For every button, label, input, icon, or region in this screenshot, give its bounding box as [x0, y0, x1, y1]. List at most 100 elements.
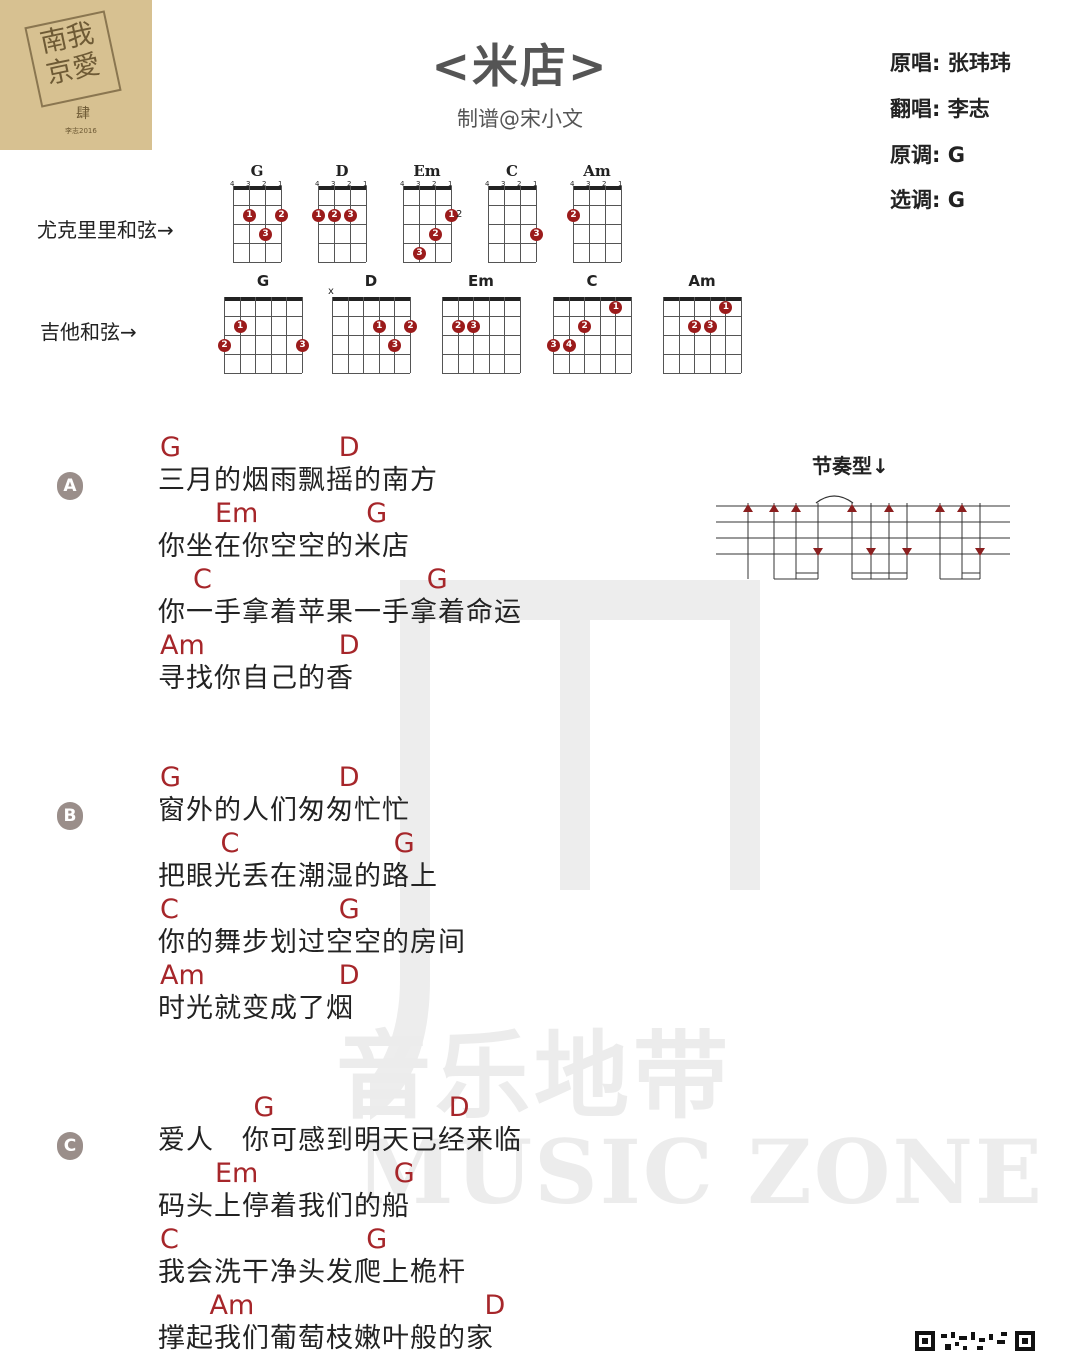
fret-line: [403, 262, 451, 263]
string-line: [347, 297, 349, 373]
fret-line: [332, 335, 410, 336]
string-line: [334, 186, 335, 262]
fret-line: [573, 262, 621, 263]
finger-dot: 2: [218, 338, 231, 352]
string-line: [239, 297, 241, 373]
string-line: [678, 297, 680, 373]
string-line: [605, 186, 606, 262]
string-line: [281, 186, 282, 262]
string-line: [573, 186, 574, 262]
info-value: G: [947, 188, 965, 212]
fret-line: [663, 335, 741, 336]
fret-line: [553, 316, 631, 317]
fret-line: [442, 335, 520, 336]
fret-line: [332, 354, 410, 355]
info-value: G: [947, 143, 965, 167]
string-line: [224, 297, 225, 373]
nut: [553, 297, 631, 301]
finger-dot: 1: [243, 208, 256, 222]
finger-dot: 3: [530, 227, 543, 241]
string-line: [435, 186, 436, 262]
fret-line: [573, 205, 621, 206]
string-line: [265, 186, 266, 262]
song-subtitle: 制谱@宋小文: [457, 107, 583, 131]
lyric-line: 把眼光丢在潮湿的路上: [158, 861, 438, 892]
string-line: [504, 297, 506, 373]
string-line: [520, 186, 521, 262]
ukulele-chord-name: C: [506, 162, 518, 180]
rhythm-pattern-label: 节奏型↓: [812, 454, 889, 478]
finger-dot: 2: [451, 319, 465, 333]
string-line: [249, 186, 250, 262]
string-line: [394, 297, 396, 373]
finger-dot: 3: [388, 338, 402, 352]
finger-dot: 2: [688, 319, 702, 333]
finger-dot: 3: [296, 338, 309, 352]
string-line: [255, 297, 257, 373]
fret-line: [488, 224, 536, 225]
lyric-line: 窗外的人们匆匆忙忙: [158, 795, 410, 826]
section-badge: A: [57, 472, 83, 500]
watermark-text: 音乐地带: [336, 1022, 733, 1132]
fret-line: [488, 262, 536, 263]
guitar-chord-name: G: [256, 272, 270, 290]
nut: [442, 297, 520, 301]
fret-line: [488, 205, 536, 206]
finger-dot: 1: [372, 319, 386, 333]
fret-line: [663, 373, 741, 374]
lyric-line: 时光就变成了烟: [158, 993, 354, 1024]
finger-dot: 2: [275, 208, 288, 222]
lyric-line: 你一手拿着苹果一手拿着命运: [158, 597, 522, 628]
guitar-chord-name: C: [586, 272, 598, 290]
finger-dot: 4: [562, 338, 576, 352]
cover-tiny-text: 李志2016: [65, 127, 97, 135]
fret-line: [318, 262, 366, 263]
finger-dot: 2: [567, 208, 580, 222]
info-cover-singer: 翻唱: 李志: [890, 93, 990, 123]
finger-dot: 3: [413, 246, 426, 260]
fret-line: [318, 205, 366, 206]
cover-small-text: 肆: [76, 106, 90, 122]
ukulele-chord-name: Am: [583, 162, 611, 180]
string-line: [410, 297, 411, 373]
guitar-chords-label: 吉他和弦→: [40, 320, 137, 344]
string-line: [302, 297, 303, 373]
finger-dot: 1: [312, 208, 325, 222]
finger-dot: 3: [344, 208, 357, 222]
rhythm-pattern-staff: [716, 495, 1010, 580]
guitar-chord-name: Em: [468, 272, 494, 290]
lyric-line: 寻找你自己的香: [158, 663, 354, 694]
string-line: [709, 297, 711, 373]
info-label: 选调:: [890, 188, 941, 212]
lyric-line: 爱人 你可感到明天已经来临: [158, 1125, 522, 1156]
info-original-key: 原调: G: [890, 139, 965, 169]
song-title: <米店>: [431, 39, 609, 93]
nut: [233, 186, 281, 190]
fret-line: [233, 262, 281, 263]
fret-marker: 2: [456, 208, 463, 220]
finger-dot: 2: [578, 319, 592, 333]
info-value: 李志: [947, 97, 990, 121]
fret-line: [442, 316, 520, 317]
fret-line: [332, 373, 410, 374]
fret-line: [488, 243, 536, 244]
section-badge: B: [57, 802, 83, 830]
qr-code: [915, 1331, 1035, 1351]
ukulele-chord-name: D: [335, 162, 349, 180]
finger-dot: 2: [404, 319, 417, 333]
string-line: [378, 297, 380, 373]
string-line: [233, 186, 234, 262]
nut: [403, 186, 451, 190]
ukulele-chord-name: G: [250, 162, 264, 180]
string-line: [488, 186, 489, 262]
string-line: [568, 297, 570, 373]
finger-dot: 1: [233, 319, 247, 333]
fret-line: [224, 316, 302, 317]
string-line: [332, 297, 333, 373]
guitar-chord-name: D: [364, 272, 378, 290]
lyric-line: 撑起我们葡萄枝嫩叶般的家: [158, 1323, 494, 1354]
ukulele-chord-name: Em: [413, 162, 441, 180]
nut: [663, 297, 741, 301]
fret-line: [573, 243, 621, 244]
fret-line: [442, 373, 520, 374]
